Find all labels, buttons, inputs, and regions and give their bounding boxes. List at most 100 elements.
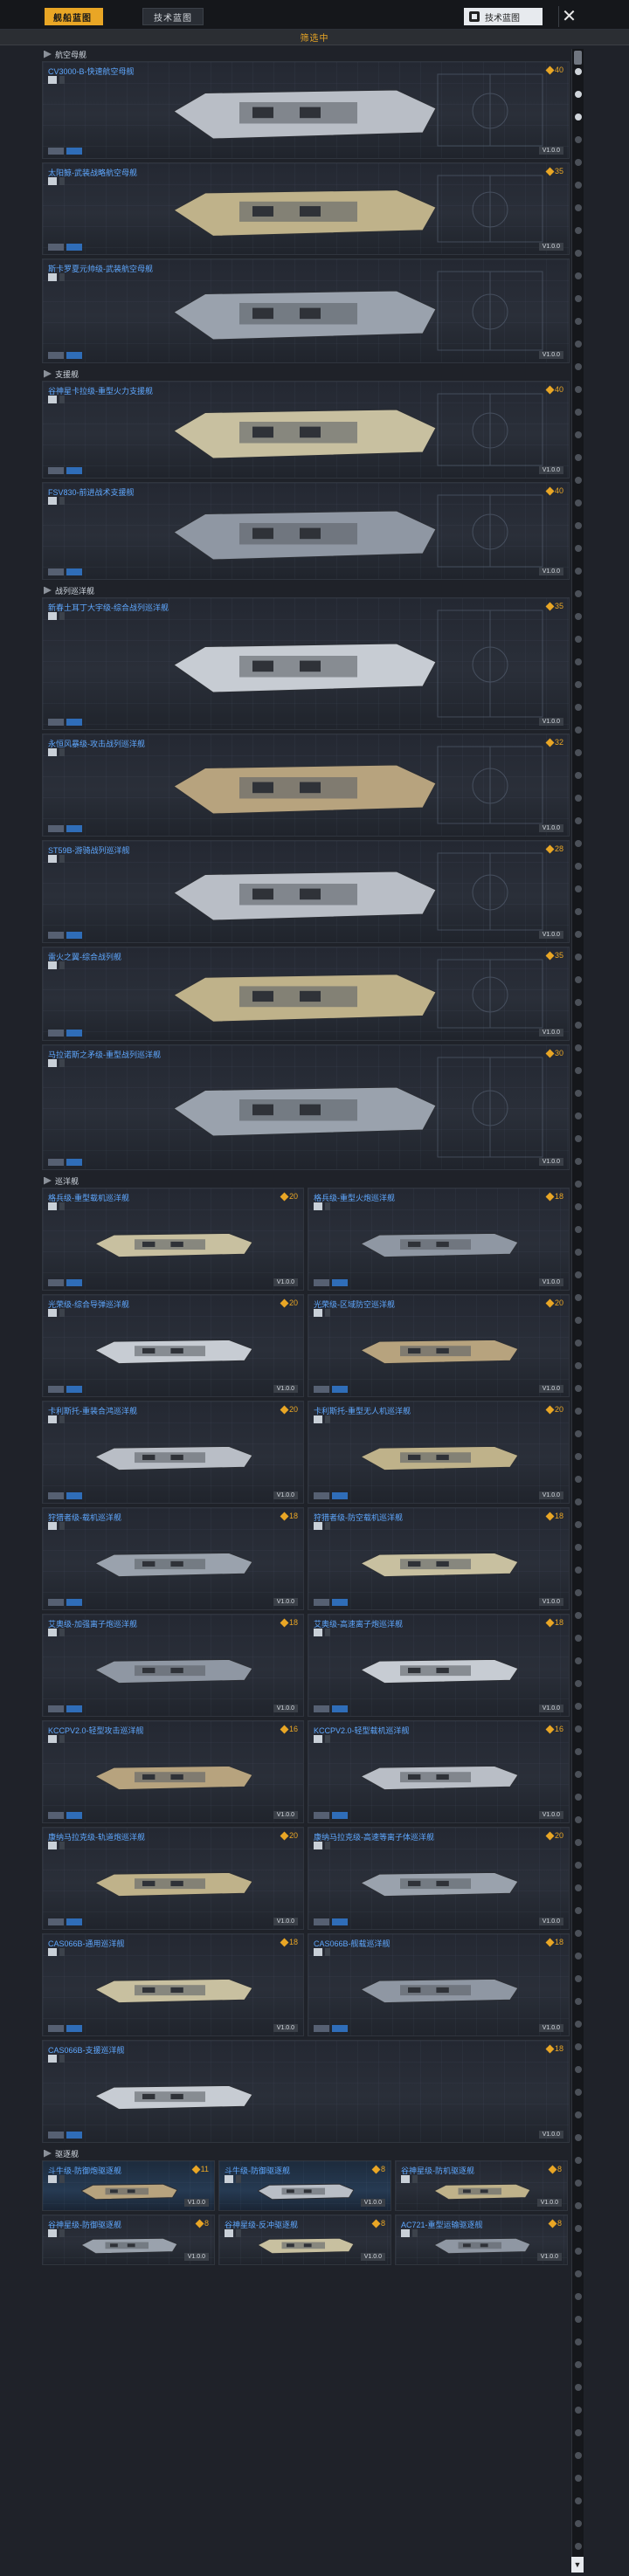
rail-marker[interactable] <box>575 1657 582 1664</box>
category-carrier[interactable]: 航空母舰 <box>42 47 570 61</box>
scroll-rail[interactable] <box>571 49 584 2573</box>
ship-card[interactable]: CAS066B-通用巡洋舰 18 V1.0.0 <box>42 1933 304 2036</box>
rail-marker[interactable] <box>575 1635 582 1642</box>
rail-marker[interactable] <box>575 2384 582 2391</box>
rail-marker[interactable] <box>575 1907 582 1914</box>
rail-marker[interactable] <box>575 1771 582 1778</box>
ship-card[interactable]: 狩猎者级-载机巡洋舰 18 V1.0.0 <box>42 1507 304 1610</box>
category-battlecruiser[interactable]: 战列巡洋舰 <box>42 583 570 597</box>
rail-marker[interactable] <box>575 1362 582 1369</box>
rail-marker[interactable] <box>575 1521 582 1528</box>
rail-marker[interactable] <box>575 91 582 98</box>
ship-card[interactable]: 马拉诺斯之矛级-重型战列巡洋舰 30 V1.0.0 <box>42 1044 570 1170</box>
rail-marker[interactable] <box>575 477 582 484</box>
rail-marker[interactable] <box>575 250 582 257</box>
rail-marker[interactable] <box>575 681 582 688</box>
rail-marker[interactable] <box>575 1680 582 1687</box>
ship-card[interactable]: CAS066B-支援巡洋舰 18 V1.0.0 <box>42 2040 570 2143</box>
rail-marker[interactable] <box>575 2225 582 2232</box>
rail-marker[interactable] <box>575 1226 582 1233</box>
tech-blueprint-button[interactable]: 技术蓝图 <box>464 8 543 25</box>
rail-marker[interactable] <box>575 1158 582 1165</box>
category-destroyer[interactable]: 驱逐舰 <box>42 2146 570 2160</box>
rail-marker[interactable] <box>575 2429 582 2436</box>
rail-marker[interactable] <box>575 840 582 847</box>
rail-marker[interactable] <box>575 954 582 961</box>
ship-card[interactable]: 新春土耳丁大宇级-综合战列巡洋舰 35 V1.0.0 <box>42 597 570 730</box>
rail-marker[interactable] <box>575 2180 582 2187</box>
rail-marker[interactable] <box>575 1181 582 1188</box>
ship-card[interactable]: 卡利斯托-重型无人机巡洋舰 20 V1.0.0 <box>308 1401 570 1504</box>
rail-marker[interactable] <box>575 1748 582 1755</box>
rail-marker[interactable] <box>575 2475 582 2482</box>
rail-marker[interactable] <box>575 1589 582 1596</box>
rail-marker[interactable] <box>575 636 582 643</box>
rail-marker[interactable] <box>575 1839 582 1846</box>
rail-marker[interactable] <box>575 1408 582 1415</box>
rail-marker[interactable] <box>575 704 582 711</box>
ship-card[interactable]: 谷神星级-防御驱逐舰 8 V1.0.0 <box>42 2214 215 2265</box>
rail-marker[interactable] <box>575 386 582 393</box>
rail-marker[interactable] <box>575 318 582 325</box>
rail-marker[interactable] <box>575 1476 582 1483</box>
ship-card[interactable]: 谷神星级-反冲驱逐舰 8 V1.0.0 <box>218 2214 391 2265</box>
rail-marker[interactable] <box>575 114 582 121</box>
ship-card[interactable]: 斗牛级-防御驱逐舰 8 V1.0.0 <box>218 2160 391 2211</box>
rail-marker[interactable] <box>575 68 582 75</box>
ship-card[interactable]: 格兵级-重型火炮巡洋舰 18 V1.0.0 <box>308 1188 570 1291</box>
rail-marker[interactable] <box>575 2043 582 2050</box>
rail-marker[interactable] <box>575 2021 582 2028</box>
ship-card[interactable]: KCCPV2.0-轻型载机巡洋舰 16 V1.0.0 <box>308 1720 570 1823</box>
rail-marker[interactable] <box>575 1884 582 1891</box>
rail-marker[interactable] <box>575 1340 582 1347</box>
ship-card[interactable]: 斯卡罗夏元帅级-武装航空母舰 V1.0.0 <box>42 258 570 363</box>
close-button[interactable]: ✕ <box>558 6 579 27</box>
ship-card[interactable]: FSV830-前进战术支援舰 40 V1.0.0 <box>42 482 570 580</box>
ship-card[interactable]: ST59B-游骑战列巡洋舰 28 V1.0.0 <box>42 840 570 943</box>
rail-marker[interactable] <box>575 454 582 461</box>
rail-marker[interactable] <box>575 159 582 166</box>
ship-card[interactable]: CAS066B-舰载巡洋舰 18 V1.0.0 <box>308 1933 570 2036</box>
rail-marker[interactable] <box>575 295 582 302</box>
ship-card[interactable]: 卡利斯托-重装合鸿巡洋舰 20 V1.0.0 <box>42 1401 304 1504</box>
rail-marker[interactable] <box>575 2338 582 2345</box>
rail-marker[interactable] <box>575 272 582 279</box>
rail-marker[interactable] <box>575 931 582 938</box>
rail-marker[interactable] <box>575 499 582 506</box>
rail-marker[interactable] <box>575 863 582 870</box>
rail-marker[interactable] <box>575 2111 582 2118</box>
rail-marker[interactable] <box>575 2202 582 2209</box>
ship-card[interactable]: 谷神星卡拉级-重型火力支援舰 40 V1.0.0 <box>42 381 570 479</box>
ship-card[interactable]: 太阳鲸-武装战略航空母舰 35 V1.0.0 <box>42 162 570 255</box>
rail-marker[interactable] <box>575 204 582 211</box>
rail-marker[interactable] <box>575 1453 582 1460</box>
rail-marker[interactable] <box>575 431 582 438</box>
rail-marker[interactable] <box>575 227 582 234</box>
tab-ship-blueprints[interactable]: 舰船蓝图 <box>42 8 103 25</box>
rail-marker[interactable] <box>575 1612 582 1619</box>
ship-card[interactable]: 雷火之翼-综合战列舰 35 V1.0.0 <box>42 947 570 1041</box>
rail-marker[interactable] <box>575 1317 582 1324</box>
rail-marker[interactable] <box>575 1544 582 1551</box>
rail-marker[interactable] <box>575 1090 582 1097</box>
rail-marker[interactable] <box>575 2248 582 2255</box>
rail-marker[interactable] <box>575 1794 582 1801</box>
rail-marker[interactable] <box>575 1112 582 1119</box>
rail-marker[interactable] <box>575 1385 582 1392</box>
rail-marker[interactable] <box>575 1816 582 1823</box>
scroll-bottom-button[interactable]: ▼ <box>571 2557 584 2573</box>
ship-card[interactable]: 永恒风暴级-攻击战列巡洋舰 32 V1.0.0 <box>42 734 570 837</box>
rail-marker[interactable] <box>575 2407 582 2414</box>
rail-marker[interactable] <box>575 2497 582 2504</box>
ship-card[interactable]: CV3000-B-快速航空母舰 40 V1.0.0 <box>42 61 570 159</box>
rail-marker[interactable] <box>575 2543 582 2550</box>
rail-marker[interactable] <box>575 1294 582 1301</box>
rail-marker[interactable] <box>575 2452 582 2459</box>
rail-marker[interactable] <box>575 976 582 983</box>
rail-marker[interactable] <box>575 2361 582 2368</box>
rail-marker[interactable] <box>575 2134 582 2141</box>
rail-marker[interactable] <box>575 999 582 1006</box>
rail-marker[interactable] <box>575 885 582 892</box>
ship-card[interactable]: 格兵级-重型载机巡洋舰 20 V1.0.0 <box>42 1188 304 1291</box>
rail-marker[interactable] <box>575 1249 582 1256</box>
